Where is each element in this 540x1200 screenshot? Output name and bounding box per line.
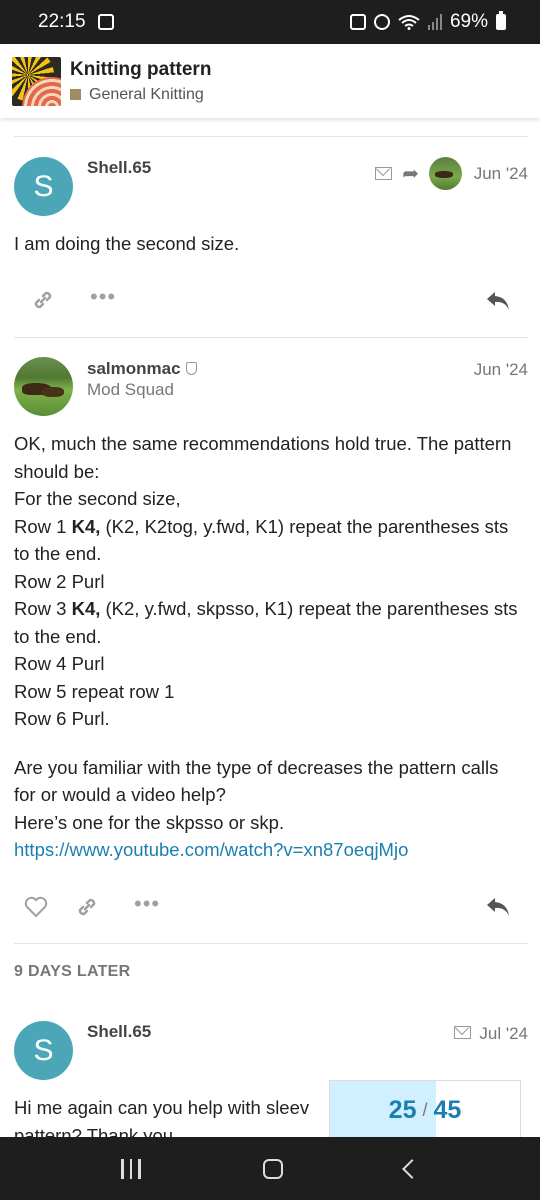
category-swatch xyxy=(70,89,81,100)
avatar[interactable] xyxy=(14,357,73,416)
post-body: OK, much the same recommendations hold t… xyxy=(14,430,524,864)
reply-icon[interactable] xyxy=(485,896,511,918)
category-badge[interactable]: General Knitting xyxy=(70,86,211,104)
link-icon[interactable] xyxy=(75,895,99,919)
username[interactable]: salmonmac xyxy=(87,359,197,379)
email-icon xyxy=(454,1026,471,1039)
post-text: Row 5 repeat row 1 xyxy=(14,680,175,702)
post-actions: ••• xyxy=(0,282,540,322)
nfc-icon xyxy=(349,14,366,30)
like-heart-icon[interactable] xyxy=(24,896,48,918)
progress-counter: 25 / 45 xyxy=(330,1081,520,1140)
progress-current: 25 xyxy=(388,1096,417,1124)
status-bar: 22:15 69% xyxy=(0,0,540,44)
topic-header: Knitting pattern General Knitting xyxy=(0,44,540,118)
post-text: Row 6 Purl. xyxy=(14,708,110,729)
post-date[interactable]: Jun '24 xyxy=(474,164,528,184)
post-text: OK, much the same recommendations hold t… xyxy=(14,433,512,482)
reply-to-arrow-icon: ➦ xyxy=(402,163,419,185)
site-logo[interactable] xyxy=(12,56,61,106)
post-text: Are you familiar with the type of decrea… xyxy=(14,756,499,806)
status-time: 22:15 xyxy=(38,11,86,32)
post-text: Row 2 Purl xyxy=(14,570,105,592)
battery-percent: 69% xyxy=(449,11,488,32)
username[interactable]: Shell.65 xyxy=(87,1022,151,1042)
link-icon[interactable] xyxy=(31,288,55,312)
gallery-icon xyxy=(97,14,114,30)
signal-icon xyxy=(427,14,442,30)
post-text: Row 1 K4, (K2, K2tog, y.fwd, K1) repeat … xyxy=(14,515,509,565)
progress-total: 45 xyxy=(433,1096,462,1124)
divider xyxy=(14,337,528,338)
post-actions: ••• xyxy=(0,888,540,928)
post-body: I am doing the second size. xyxy=(14,230,524,258)
home-icon[interactable] xyxy=(262,1158,283,1179)
moderator-shield-icon xyxy=(185,362,197,375)
username-text: salmonmac xyxy=(87,359,181,378)
post-text: Here’s one for the skpsso or skp. xyxy=(14,811,285,833)
reply-to-avatar[interactable] xyxy=(429,157,462,190)
back-icon[interactable] xyxy=(401,1158,422,1179)
post-text: Row 3 K4, (K2, y.fwd, skpsso, K1) repeat… xyxy=(14,598,518,647)
wifi-icon xyxy=(398,15,420,30)
more-options-icon[interactable]: ••• xyxy=(90,284,116,310)
post-text: Row 4 Purl xyxy=(14,653,105,674)
divider xyxy=(14,136,528,137)
post-date[interactable]: Jul '24 xyxy=(479,1024,528,1044)
avatar[interactable]: S xyxy=(14,157,73,216)
topic-progress[interactable]: 25 / 45 xyxy=(329,1080,521,1140)
time-gap-label: 9 DAYS LATER xyxy=(14,963,131,980)
video-link[interactable]: https://www.youtube.com/watch?v=xn87oeqj… xyxy=(14,839,408,860)
system-nav-bar xyxy=(0,1137,540,1200)
post-date[interactable]: Jun '24 xyxy=(474,360,528,380)
battery-icon xyxy=(496,11,506,30)
post-text: I am doing the second size. xyxy=(14,233,240,254)
reply-icon[interactable] xyxy=(485,290,511,312)
username[interactable]: Shell.65 xyxy=(87,158,151,178)
alarm-icon xyxy=(373,14,390,30)
category-name: General Knitting xyxy=(89,85,204,103)
more-options-icon[interactable]: ••• xyxy=(134,891,160,917)
divider xyxy=(14,943,528,944)
progress-separator: / xyxy=(422,1100,428,1120)
post-text: For the second size, xyxy=(14,488,181,509)
email-icon xyxy=(375,167,393,180)
avatar[interactable]: S xyxy=(14,1021,73,1080)
topic-title[interactable]: Knitting pattern xyxy=(70,59,211,81)
user-title: Mod Squad xyxy=(87,380,174,399)
recent-apps-icon[interactable] xyxy=(121,1158,141,1179)
